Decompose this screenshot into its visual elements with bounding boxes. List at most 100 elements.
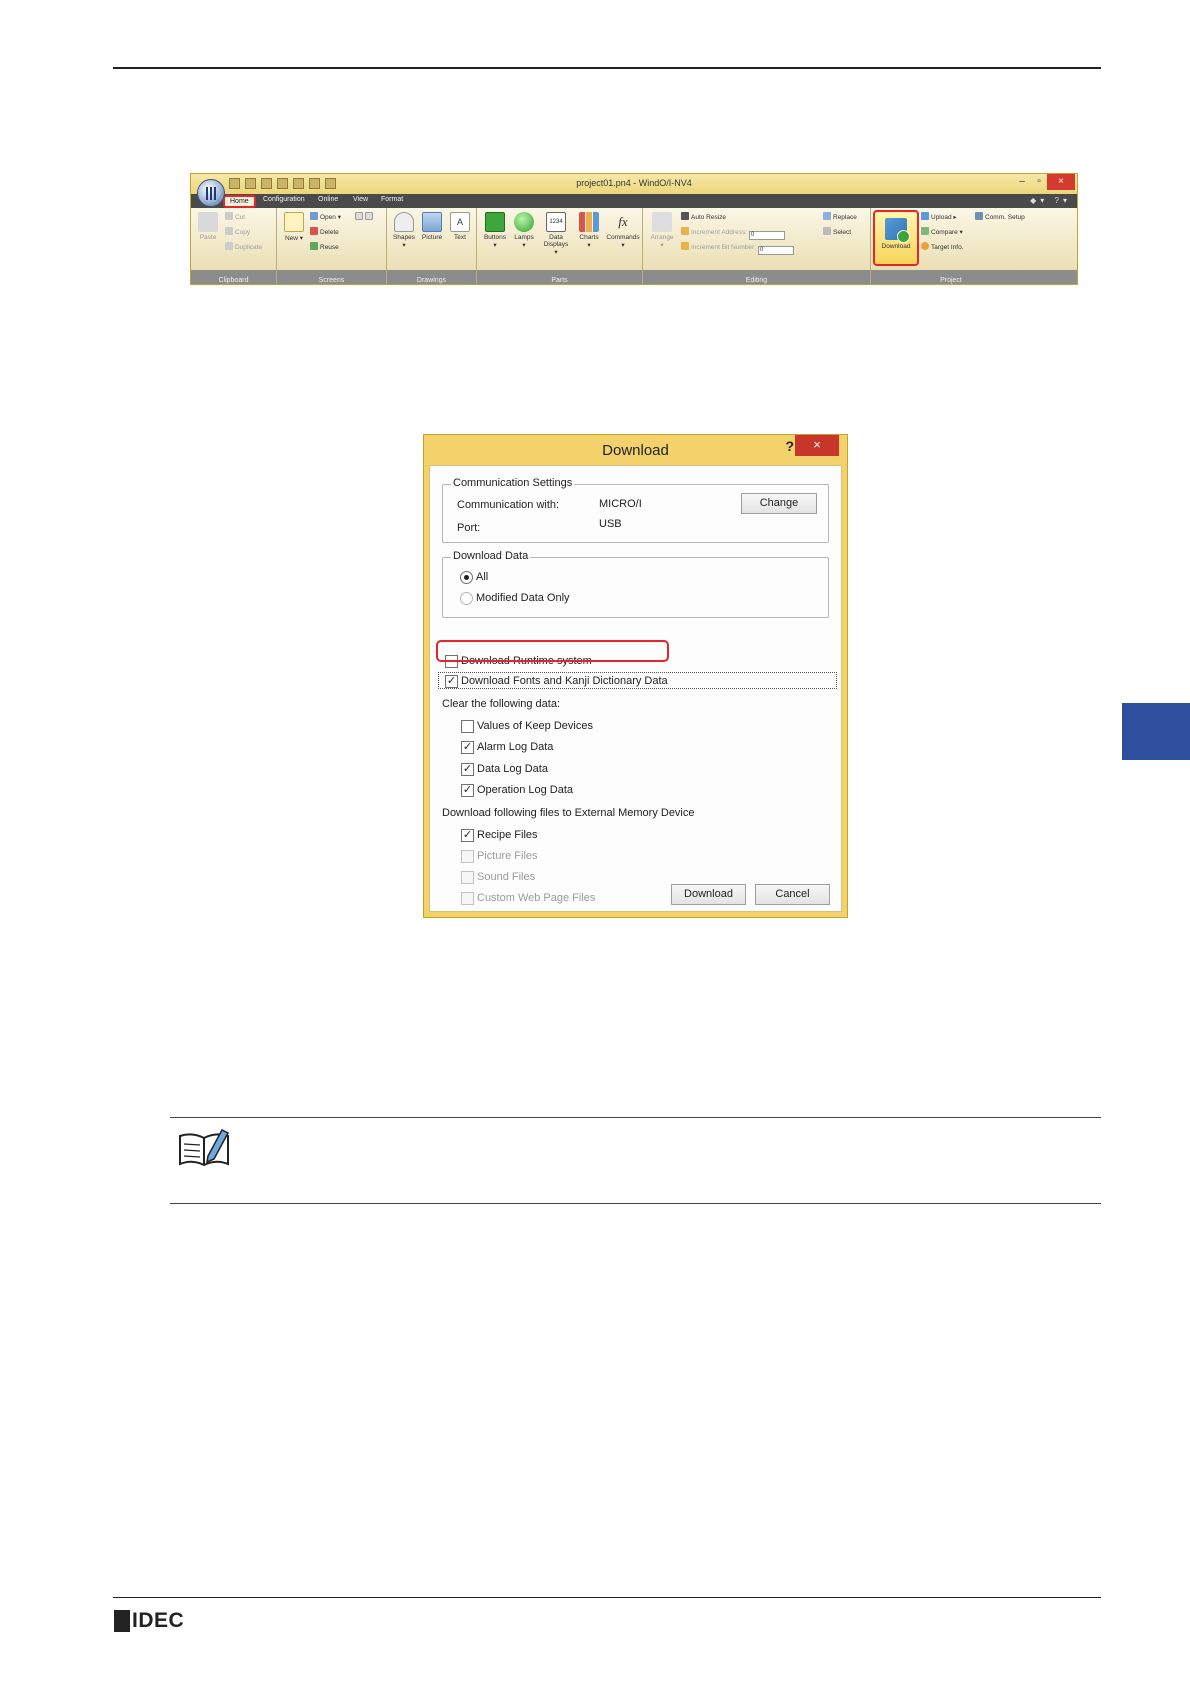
increment-bit-input[interactable]: 0 bbox=[758, 246, 795, 255]
data-displays-button[interactable]: 1234 Data Displays ▾ bbox=[540, 212, 572, 256]
ribbon-screenshot: project01.pn4 - WindO/I-NV4 – ▫ × Home C… bbox=[190, 173, 1078, 285]
external-memory-heading: Download following files to External Mem… bbox=[442, 807, 695, 819]
download-button[interactable]: Download bbox=[671, 884, 746, 905]
lamps-button[interactable]: Lamps ▾ bbox=[510, 212, 538, 249]
copy-button[interactable]: Copy bbox=[225, 227, 250, 236]
all-radio-label: All bbox=[476, 571, 489, 583]
data-log-checkbox[interactable]: ✓ bbox=[461, 763, 474, 776]
fonts-checkbox[interactable]: ✓ bbox=[445, 675, 458, 688]
close-icon[interactable]: × bbox=[795, 435, 839, 456]
web-page-files-label: Custom Web Page Files bbox=[477, 892, 596, 904]
paste-button[interactable]: Paste bbox=[195, 212, 221, 241]
reuse-screen-button[interactable]: Reuse bbox=[310, 242, 339, 251]
download-ribbon-button[interactable]: Download bbox=[873, 210, 919, 266]
text-button[interactable]: A Text bbox=[447, 212, 473, 241]
keep-devices-checkbox[interactable] bbox=[461, 720, 474, 733]
download-data-legend: Download Data bbox=[451, 550, 531, 562]
data-display-icon: 1234 bbox=[546, 212, 566, 232]
buttons-button[interactable]: Buttons ▾ bbox=[481, 212, 509, 249]
compare-button[interactable]: Compare ▾ bbox=[921, 227, 963, 236]
button-part-icon bbox=[485, 212, 505, 232]
group-label-parts: Parts bbox=[551, 277, 568, 284]
compare-icon bbox=[921, 227, 929, 235]
commands-button[interactable]: fx Commands ▾ bbox=[605, 212, 641, 249]
increment-address-icon bbox=[681, 227, 689, 235]
idec-logo: IDEC bbox=[114, 1609, 184, 1632]
lamp-icon bbox=[514, 212, 534, 232]
shapes-button[interactable]: Shapes ▾ bbox=[391, 212, 417, 249]
arrange-button[interactable]: Arrange ▾ bbox=[647, 212, 677, 249]
duplicate-button[interactable]: Duplicate bbox=[225, 242, 262, 251]
picture-files-checkbox[interactable] bbox=[461, 850, 474, 863]
clear-data-heading: Clear the following data: bbox=[442, 698, 561, 710]
group-label-drawings: Drawings bbox=[416, 277, 447, 284]
alarm-log-label: Alarm Log Data bbox=[477, 741, 554, 753]
header-rule bbox=[113, 67, 1101, 69]
all-radio[interactable] bbox=[460, 571, 473, 584]
auto-resize-button[interactable]: Auto Resize bbox=[681, 212, 726, 221]
open-screen-button[interactable]: Open ▾ bbox=[310, 212, 341, 221]
text-icon: A bbox=[450, 212, 470, 232]
data-log-label: Data Log Data bbox=[477, 763, 548, 775]
idec-logo-mark bbox=[114, 1610, 130, 1632]
increment-address-control: Increment Address: 0 bbox=[681, 227, 785, 240]
upload-button[interactable]: Upload ▸ bbox=[921, 212, 957, 221]
tab-format[interactable]: Format bbox=[381, 196, 403, 203]
note-pencil-icon bbox=[179, 1129, 230, 1166]
picture-button[interactable]: Picture bbox=[419, 212, 445, 241]
modified-only-radio[interactable] bbox=[460, 592, 473, 605]
window-icon bbox=[355, 212, 363, 220]
change-button[interactable]: Change bbox=[741, 493, 817, 514]
arrange-icon bbox=[652, 212, 672, 232]
comm-setup-icon bbox=[975, 212, 983, 220]
operation-log-checkbox[interactable]: ✓ bbox=[461, 784, 474, 797]
alarm-log-checkbox[interactable]: ✓ bbox=[461, 741, 474, 754]
application-menu-button[interactable] bbox=[197, 179, 225, 207]
dialog-client-area: Communication Settings Communication wit… bbox=[429, 465, 842, 912]
screen-extra-buttons[interactable] bbox=[355, 212, 375, 221]
maximize-button[interactable]: ▫ bbox=[1031, 174, 1047, 190]
shapes-icon bbox=[394, 212, 414, 232]
fonts-highlight-frame bbox=[436, 640, 669, 662]
group-label-screens: Screens bbox=[318, 277, 345, 284]
tab-configuration[interactable]: Configuration bbox=[263, 196, 305, 203]
reuse-screen-icon bbox=[310, 242, 318, 250]
close-window-button[interactable]: × bbox=[1047, 174, 1075, 190]
group-screens: New ▾ Open ▾ Delete Reuse Screens bbox=[277, 208, 387, 284]
ribbon-options-icons[interactable]: ◆▾ ?▾ bbox=[1030, 196, 1071, 205]
group-clipboard: Paste Cut Copy Duplicate Clipboard bbox=[191, 208, 277, 284]
target-info-button[interactable]: Target Info. bbox=[921, 242, 964, 251]
delete-screen-button[interactable]: Delete bbox=[310, 227, 339, 236]
note-bottom-rule bbox=[170, 1203, 1101, 1204]
comm-with-value: MICRO/I bbox=[599, 498, 642, 510]
group-label-project: Project bbox=[940, 277, 962, 284]
help-icon[interactable]: ? bbox=[785, 438, 794, 454]
ribbon-tab-bar: Home Configuration Online View Format ◆▾… bbox=[191, 194, 1077, 208]
footer-rule bbox=[113, 1597, 1101, 1598]
tab-home[interactable]: Home bbox=[223, 195, 256, 208]
charts-button[interactable]: Charts ▾ bbox=[575, 212, 603, 249]
increment-bit-control: Increment Bit Number: 0 bbox=[681, 242, 795, 255]
group-label-clipboard: Clipboard bbox=[218, 277, 249, 284]
recipe-files-checkbox[interactable]: ✓ bbox=[461, 829, 474, 842]
download-dialog: Download ? × Communication Settings Comm… bbox=[423, 434, 848, 918]
increment-address-input[interactable]: 0 bbox=[749, 231, 785, 240]
replace-icon bbox=[823, 212, 831, 220]
select-button[interactable]: Select bbox=[823, 227, 851, 236]
tab-online[interactable]: Online bbox=[318, 196, 338, 203]
sound-files-checkbox[interactable] bbox=[461, 871, 474, 884]
auto-resize-icon bbox=[681, 212, 689, 220]
cut-button[interactable]: Cut bbox=[225, 212, 245, 221]
replace-button[interactable]: Replace bbox=[823, 212, 857, 221]
web-page-files-checkbox[interactable] bbox=[461, 892, 474, 905]
minimize-button[interactable]: – bbox=[1013, 174, 1031, 190]
paste-icon bbox=[198, 212, 218, 232]
new-screen-button[interactable]: New ▾ bbox=[281, 212, 307, 242]
cancel-button[interactable]: Cancel bbox=[755, 884, 830, 905]
increment-bit-icon bbox=[681, 242, 689, 250]
dialog-title: Download bbox=[602, 442, 669, 459]
tab-view[interactable]: View bbox=[353, 196, 368, 203]
open-screen-icon bbox=[310, 212, 318, 220]
delete-screen-icon bbox=[310, 227, 318, 235]
comm-setup-button[interactable]: Comm. Setup bbox=[975, 212, 1025, 221]
